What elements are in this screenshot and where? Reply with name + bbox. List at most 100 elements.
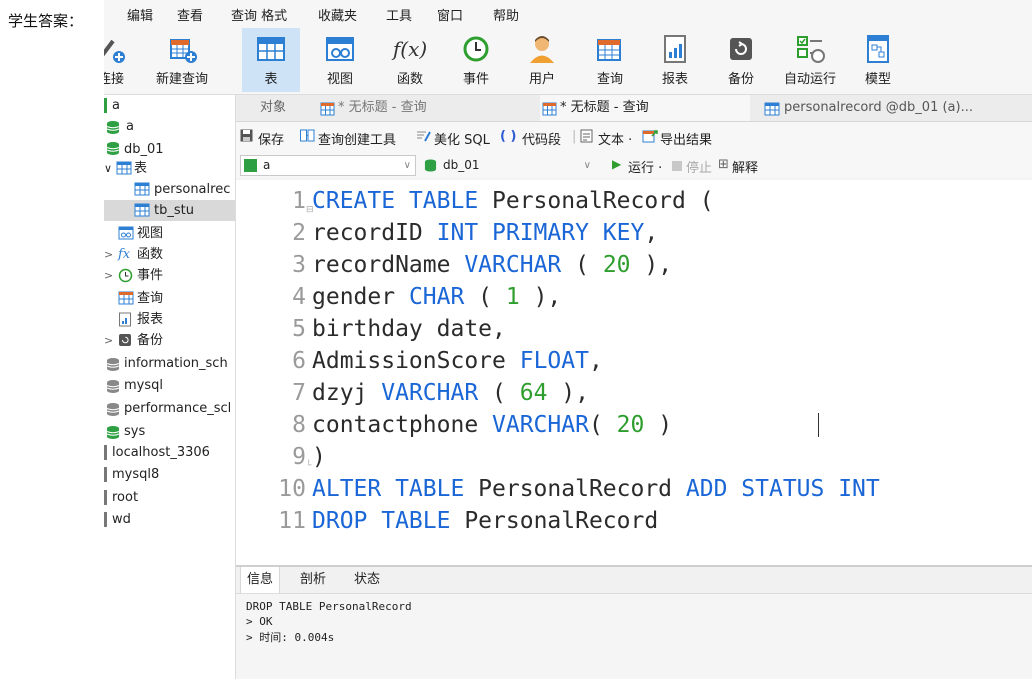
code-snippet-button[interactable]: 代码段 — [522, 129, 561, 148]
sql-keyword: CREATE TABLE — [312, 188, 493, 214]
sql-keyword: VARCHAR — [492, 412, 589, 438]
connection-icon — [244, 159, 257, 172]
menu-tools[interactable]: 工具 — [386, 5, 412, 24]
text-mode-button[interactable]: 文本 · — [598, 129, 632, 148]
toolbar-event-button[interactable]: 事件 — [447, 28, 505, 92]
tree-item-wd[interactable]: wd — [104, 509, 235, 530]
toolbar-connect-button[interactable]: 连接 — [104, 28, 140, 92]
sql-keyword: FLOAT — [519, 348, 589, 374]
query-icon — [118, 291, 134, 309]
tree-item-reports[interactable]: 报表 — [104, 309, 235, 330]
code-text: ALTER TABLE PersonalRecord ADD STATUS IN… — [312, 473, 880, 505]
tab-profile[interactable]: 剖析 — [294, 567, 332, 593]
toolbar-user-button[interactable]: 用户 — [513, 28, 571, 92]
tree-item-queries[interactable]: 查询 — [104, 288, 235, 309]
code-line[interactable]: 7 dzyj VARCHAR ( 64 ), — [236, 377, 589, 409]
toolbar-report-button[interactable]: 报表 — [646, 28, 704, 92]
tree-item-database-db01[interactable]: db_01 — [104, 137, 235, 158]
beautify-sql-button[interactable]: 美化 SQL — [434, 129, 490, 148]
tree-item-events[interactable]: > 事件 — [104, 265, 235, 286]
table-icon — [134, 182, 150, 200]
sql-keyword: CHAR — [408, 284, 465, 310]
database-select[interactable]: db_01 ∨ — [420, 155, 596, 176]
tree-item-root[interactable]: root — [104, 487, 235, 508]
tree-item-information-schema[interactable]: information_sch — [104, 353, 235, 374]
toolbar-backup-button[interactable]: 备份 — [712, 28, 770, 92]
save-button[interactable]: 保存 — [258, 129, 284, 148]
menu-window[interactable]: 窗口 — [437, 5, 463, 24]
tree-item-a-connection[interactable]: a — [104, 95, 235, 116]
tab-objects[interactable]: 对象 — [260, 95, 286, 121]
chevron-right-icon[interactable]: > — [104, 330, 113, 351]
menu-favorites[interactable]: 收藏夹 — [318, 5, 357, 24]
menu-view[interactable]: 查看 — [177, 5, 203, 24]
tree-item-sys[interactable]: sys — [104, 421, 235, 442]
tree-item-views[interactable]: 视图 — [104, 223, 235, 244]
tree-item-database-a[interactable]: a — [104, 116, 235, 137]
menu-edit[interactable]: 编辑 — [127, 5, 153, 24]
menu-query-format[interactable]: 查询 格式 — [231, 5, 287, 24]
code-line[interactable]: 9) └ — [236, 441, 326, 473]
sql-text: ), — [519, 284, 562, 310]
sql-text: ( — [561, 252, 603, 278]
code-text: recordName VARCHAR ( 20 ), — [312, 249, 672, 281]
code-line[interactable]: 11 DROP TABLE PersonalRecord — [236, 505, 658, 537]
query-builder-button[interactable]: 查询创建工具 — [318, 129, 396, 148]
toolbar-view-button[interactable]: 视图 — [311, 28, 369, 92]
export-results-button[interactable]: 导出结果 — [660, 129, 712, 148]
toolbar-query-button[interactable]: 查询 — [581, 28, 639, 92]
code-text: CREATE TABLE PersonalRecord ( — [312, 185, 714, 217]
connection-select[interactable]: a ∨ — [240, 155, 416, 176]
code-line[interactable]: 6 AdmissionScore FLOAT, — [236, 345, 603, 377]
run-button[interactable]: 运行 · — [628, 157, 662, 176]
run-icon: ▶ — [612, 157, 622, 171]
tab-info[interactable]: 信息 — [240, 567, 281, 593]
tree-item-label: 视图 — [137, 226, 164, 241]
save-icon — [240, 129, 253, 146]
tree-item-table-tbstu[interactable]: tb_stu — [104, 200, 235, 221]
explain-button[interactable]: 解释 — [732, 157, 758, 176]
sql-editor[interactable]: 1 CREATE TABLE PersonalRecord (⊟ 2 recordID… — [236, 180, 1032, 565]
query-toolbar: 保存 查询创建工具 美化 SQL ( ) 代码段 | 文本 · 导出结果 — [236, 122, 1032, 152]
menu-help[interactable]: 帮助 — [493, 5, 519, 24]
tree-item-functions[interactable]: > fx 函数 — [104, 244, 235, 265]
tab-status[interactable]: 状态 — [348, 567, 386, 593]
user-icon — [525, 32, 559, 66]
tree-item-performance-schema[interactable]: performance_scl — [104, 398, 235, 419]
chevron-right-icon[interactable]: > — [104, 244, 113, 265]
tree-item-label: 函数 — [137, 247, 164, 262]
tree-item-localhost[interactable]: localhost_3306 — [104, 442, 235, 463]
connection-tree: a a db_01 ∨ 表 personalrec tb_stu 视图 > fx… — [104, 95, 236, 679]
toolbar-separator: | — [572, 129, 577, 144]
tree-item-mysql8[interactable]: mysql8 — [104, 464, 235, 485]
toolbar-autorun-button[interactable]: 自动运行 — [778, 28, 842, 92]
code-line[interactable]: 4 gender CHAR ( 1 ), — [236, 281, 561, 313]
tab-untitled-query-1[interactable]: * 无标题 - 查询 — [318, 95, 528, 121]
sql-keyword: VARCHAR — [464, 252, 562, 278]
tree-item-tables[interactable]: ∨ 表 — [104, 158, 235, 179]
tree-item-backups[interactable]: > 备份 — [104, 330, 235, 351]
database-icon — [106, 357, 120, 374]
toolbar-new-query-button[interactable]: 新建查询 — [150, 28, 214, 92]
chevron-down-icon[interactable]: ∨ — [104, 158, 112, 179]
code-text: gender CHAR ( 1 ), — [312, 281, 561, 313]
code-line[interactable]: 8 contactphone VARCHAR( 20 ) — [236, 409, 672, 441]
export-icon — [642, 129, 658, 147]
tree-item-mysql[interactable]: mysql — [104, 375, 235, 396]
toolbar-table-button[interactable]: 表 — [242, 28, 300, 92]
toolbar-function-button[interactable]: f(x) 函数 — [381, 28, 439, 92]
stop-button[interactable]: 停止 — [686, 157, 712, 176]
tab-untitled-query-2[interactable]: * 无标题 - 查询 — [540, 95, 750, 121]
code-line[interactable]: 1 CREATE TABLE PersonalRecord (⊟ — [236, 185, 713, 217]
tab-personalrecord-table[interactable]: personalrecord @db_01 (a)... — [762, 95, 1032, 121]
code-line[interactable]: 10 ALTER TABLE PersonalRecord ADD STATUS … — [236, 473, 879, 505]
chevron-right-icon[interactable]: > — [104, 265, 113, 286]
code-line[interactable]: 2 recordID INT PRIMARY KEY, — [236, 217, 658, 249]
query-builder-icon — [300, 129, 315, 146]
code-line[interactable]: 3 recordName VARCHAR ( 20 ), — [236, 249, 672, 281]
connection-status-icon — [104, 490, 107, 505]
toolbar-model-button[interactable]: 模型 — [849, 28, 907, 92]
tree-item-label: 备份 — [137, 333, 164, 348]
code-line[interactable]: 5 birthday date, — [236, 313, 506, 345]
tree-item-table-personalrec[interactable]: personalrec — [104, 179, 235, 200]
